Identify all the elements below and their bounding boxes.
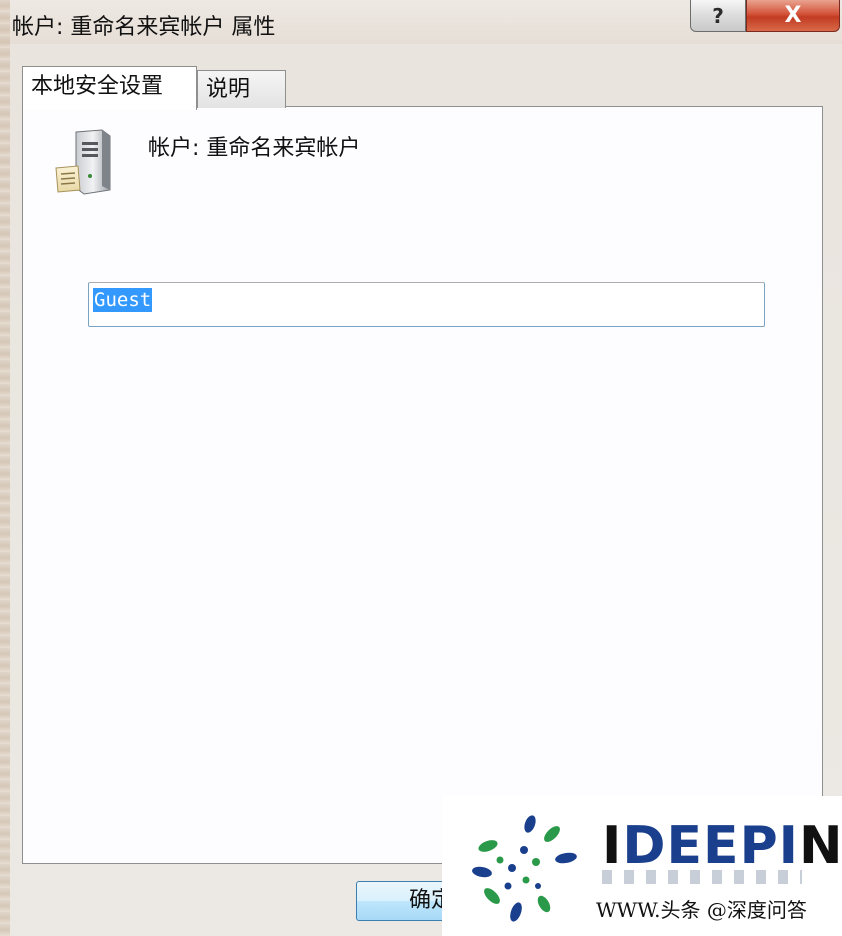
- guest-name-input[interactable]: Guest: [88, 282, 765, 327]
- close-button[interactable]: X: [746, 0, 840, 32]
- brand-tagline-decoration: [602, 870, 802, 884]
- tab-explain[interactable]: 说明: [197, 70, 286, 108]
- help-button[interactable]: ?: [690, 0, 746, 32]
- ideepin-logo-icon: [472, 815, 577, 922]
- server-policy-icon: [55, 129, 111, 195]
- selected-text: Guest: [93, 288, 153, 312]
- tab-local-security-setting[interactable]: 本地安全设置: [22, 66, 197, 110]
- close-icon: X: [784, 3, 802, 28]
- title-bar[interactable]: 帐户: 重命名来宾帐户 属性 ? X: [0, 0, 842, 48]
- tab-panel: [22, 106, 823, 864]
- watermark-credit: WWW.头条 @深度问答: [596, 898, 807, 922]
- help-icon: ?: [712, 3, 724, 28]
- properties-dialog: 帐户: 重命名来宾帐户 属性 ? X 本地安全设置 说明 帐户: 重命名来宾帐户…: [0, 0, 842, 936]
- watermark: IDEEPIN WWW.头条 @深度问答: [442, 796, 842, 936]
- brand-name: IDEEPIN: [602, 816, 842, 876]
- account-label: 帐户: 重命名来宾帐户: [148, 136, 361, 161]
- window-left-border: [0, 0, 10, 936]
- window-title: 帐户: 重命名来宾帐户 属性: [12, 15, 276, 40]
